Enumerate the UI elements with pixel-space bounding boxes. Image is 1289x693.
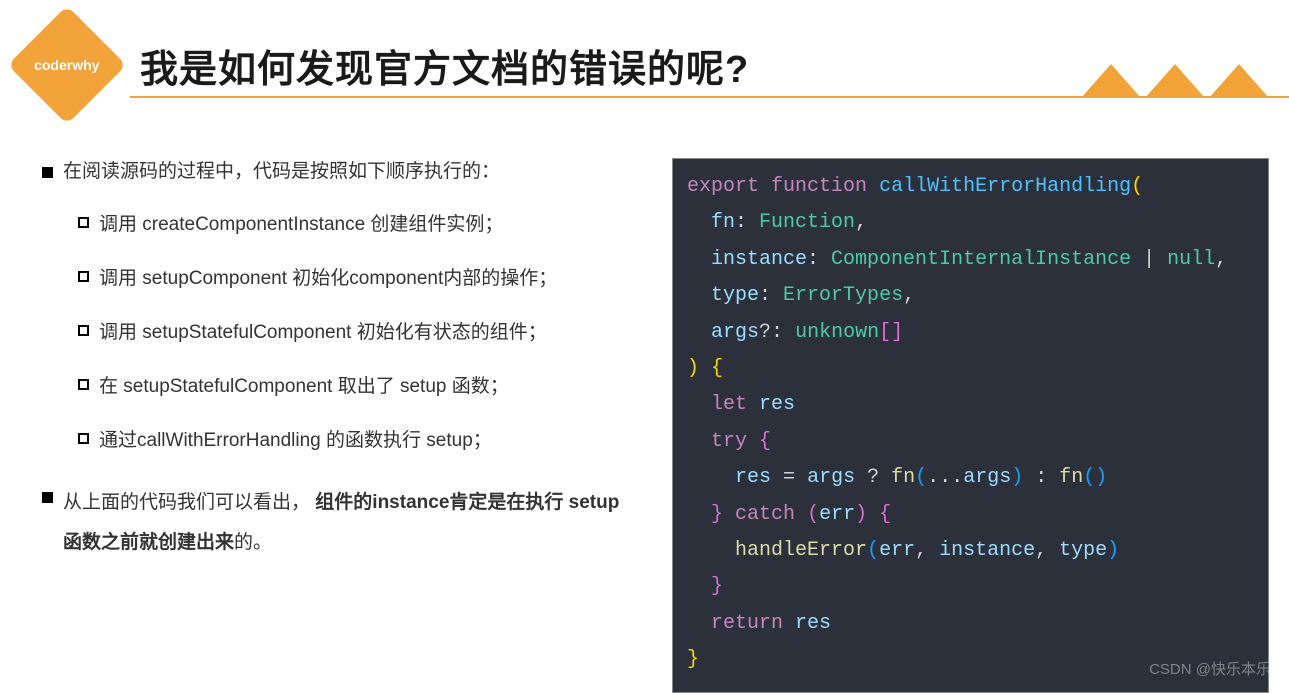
conclusion-suffix: 的。: [234, 532, 272, 553]
code-op: ?: [867, 466, 879, 489]
code-keyword: export: [687, 175, 759, 198]
code-op: =: [783, 466, 795, 489]
code-param: instance: [711, 248, 807, 271]
code-keyword: try: [711, 430, 747, 453]
code-brace: }: [687, 648, 699, 671]
code-op: ...: [927, 466, 963, 489]
conclusion-text: 从上面的代码我们可以看出， 组件的instance肯定是在执行 setup 函数…: [63, 483, 632, 563]
slide-header: coderwhy 我是如何发现官方文档的错误的呢?: [0, 0, 1289, 110]
code-bracket: (: [1131, 175, 1143, 198]
sub-bullet: 通过callWithErrorHandling 的函数执行 setup；: [78, 423, 632, 459]
main-bullet: 在阅读源码的过程中，代码是按照如下顺序执行的：: [42, 158, 632, 187]
code-param: fn: [711, 211, 735, 234]
hollow-square-bullet-icon: [78, 433, 89, 444]
code-var: type: [1059, 539, 1107, 562]
watermark: CSDN @快乐本乐: [1149, 658, 1271, 679]
decorative-triangles: [1081, 64, 1269, 98]
code-type: unknown: [795, 321, 879, 344]
triangle-icon: [1081, 64, 1141, 98]
code-optional: ?: [759, 321, 771, 344]
step-text: 调用 setupComponent 初始化component内部的操作；: [99, 261, 557, 297]
code-var: args: [963, 466, 1011, 489]
sub-bullet: 在 setupStatefulComponent 取出了 setup 函数；: [78, 369, 632, 405]
code-type: ComponentInternalInstance: [831, 248, 1131, 271]
code-op: :: [1035, 466, 1047, 489]
step-text: 在 setupStatefulComponent 取出了 setup 函数；: [99, 369, 509, 405]
code-var: instance: [939, 539, 1035, 562]
square-bullet-icon: [42, 492, 53, 503]
slide-content: 在阅读源码的过程中，代码是按照如下顺序执行的： 调用 createCompone…: [0, 110, 1289, 693]
code-var: err: [879, 539, 915, 562]
hollow-square-bullet-icon: [78, 271, 89, 282]
code-keyword: return: [711, 612, 783, 635]
code-type: Function: [759, 211, 855, 234]
code-bracket: []: [879, 321, 903, 344]
hollow-square-bullet-icon: [78, 325, 89, 336]
sub-bullet: 调用 setupStatefulComponent 初始化有状态的组件；: [78, 315, 632, 351]
intro-text: 在阅读源码的过程中，代码是按照如下顺序执行的：: [63, 158, 500, 187]
conclusion-bullet: 从上面的代码我们可以看出， 组件的instance肯定是在执行 setup 函数…: [42, 483, 632, 563]
code-var: res: [759, 393, 795, 416]
triangle-icon: [1209, 64, 1269, 98]
code-function-name: callWithErrorHandling: [879, 175, 1131, 198]
code-var: res: [795, 612, 831, 635]
logo-text: coderwhy: [34, 57, 99, 73]
code-brace: {: [879, 503, 891, 526]
code-keyword: let: [711, 393, 747, 416]
code-brace: {: [759, 430, 771, 453]
conclusion-prefix: 从上面的代码我们可以看出，: [63, 492, 310, 513]
code-keyword: catch: [735, 503, 795, 526]
hollow-square-bullet-icon: [78, 379, 89, 390]
logo-badge: coderwhy: [3, 1, 130, 128]
text-column: 在阅读源码的过程中，代码是按照如下顺序执行的： 调用 createCompone…: [42, 158, 632, 693]
triangle-icon: [1145, 64, 1205, 98]
step-text: 调用 createComponentInstance 创建组件实例；: [99, 207, 503, 243]
code-bracket: ): [855, 503, 867, 526]
code-column: export function callWithErrorHandling( f…: [672, 158, 1269, 693]
code-var: err: [819, 503, 855, 526]
code-type: ErrorTypes: [783, 284, 903, 307]
sub-bullet: 调用 createComponentInstance 创建组件实例；: [78, 207, 632, 243]
code-brace: }: [711, 503, 723, 526]
code-call: handleError: [735, 539, 867, 562]
code-type: null: [1167, 248, 1215, 271]
code-var: res: [735, 466, 771, 489]
step-text: 通过callWithErrorHandling 的函数执行 setup；: [99, 423, 492, 459]
square-bullet-icon: [42, 167, 53, 178]
code-brace: {: [711, 357, 723, 380]
code-call: fn: [1059, 466, 1083, 489]
code-param: type: [711, 284, 759, 307]
code-bracket: ): [687, 357, 699, 380]
code-var: args: [807, 466, 855, 489]
step-text: 调用 setupStatefulComponent 初始化有状态的组件；: [99, 315, 547, 351]
sub-bullet: 调用 setupComponent 初始化component内部的操作；: [78, 261, 632, 297]
code-param: args: [711, 321, 759, 344]
page-title: 我是如何发现官方文档的错误的呢?: [140, 38, 749, 93]
code-brace: }: [711, 575, 723, 598]
hollow-square-bullet-icon: [78, 217, 89, 228]
code-call: fn: [891, 466, 915, 489]
code-keyword: function: [771, 175, 867, 198]
code-snippet: export function callWithErrorHandling( f…: [672, 158, 1269, 693]
code-bracket: (: [807, 503, 819, 526]
